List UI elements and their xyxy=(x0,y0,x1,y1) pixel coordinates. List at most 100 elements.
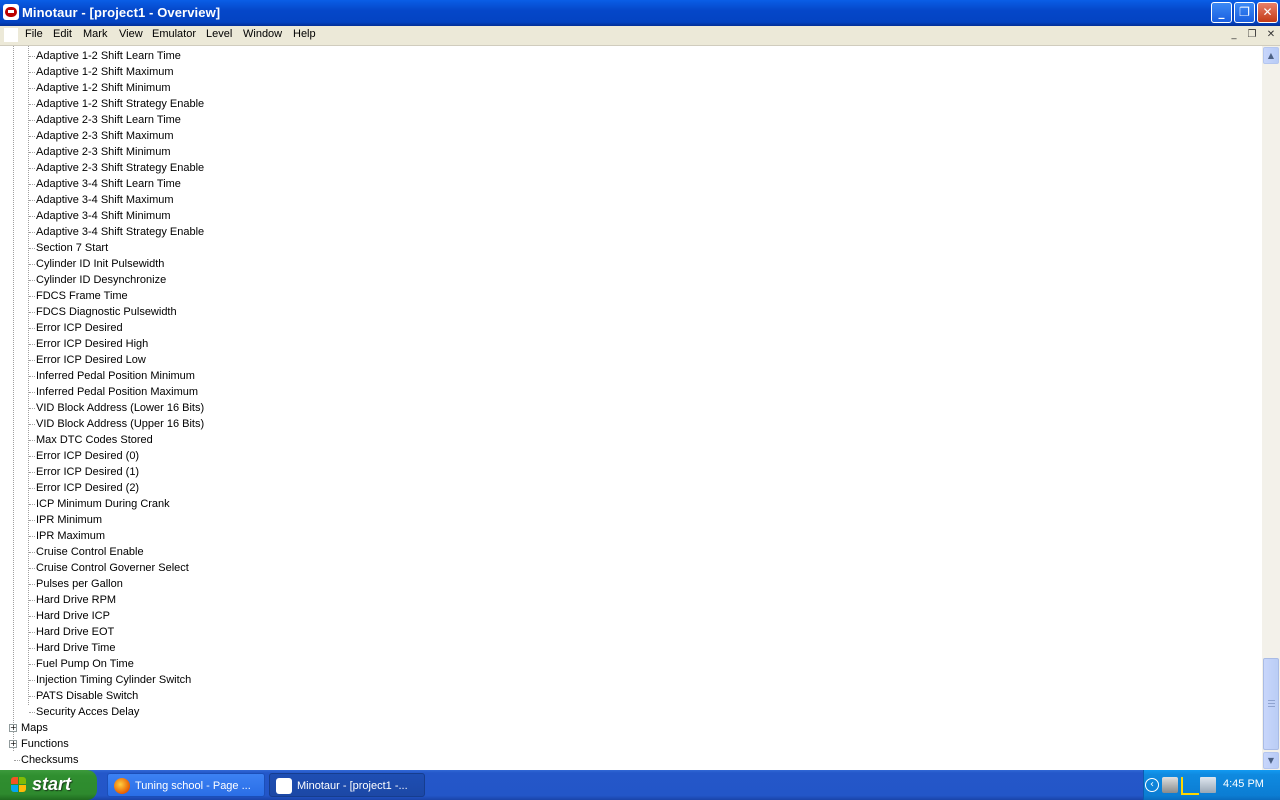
tree-connector xyxy=(29,376,35,377)
tree-connector xyxy=(29,616,35,617)
system-tray: ‹ 4:45 PM xyxy=(1143,770,1280,800)
activity-graph-icon[interactable] xyxy=(1181,777,1199,795)
tree-item[interactable]: Adaptive 3-4 Shift Learn Time xyxy=(36,176,181,192)
tree-item[interactable]: Adaptive 1-2 Shift Minimum xyxy=(36,80,171,96)
taskbar-button-label: Tuning school - Page ... xyxy=(135,780,251,792)
tree-item[interactable]: Hard Drive EOT xyxy=(36,624,114,640)
tree-item[interactable]: Hard Drive Time xyxy=(36,640,115,656)
tree-item[interactable]: Adaptive 2-3 Shift Learn Time xyxy=(36,112,181,128)
start-button[interactable]: start xyxy=(0,770,97,800)
mdi-minimize-button[interactable]: _ xyxy=(1226,27,1242,43)
tree-item[interactable]: Error ICP Desired Low xyxy=(36,352,146,368)
tree-item[interactable]: Max DTC Codes Stored xyxy=(36,432,153,448)
tree-connector xyxy=(29,296,35,297)
tree-item[interactable]: IPR Minimum xyxy=(36,512,102,528)
menu-window[interactable]: Window xyxy=(243,28,282,40)
tree-item[interactable]: FDCS Diagnostic Pulsewidth xyxy=(36,304,177,320)
tree-item[interactable]: Adaptive 2-3 Shift Maximum xyxy=(36,128,174,144)
taskbar-button-tuning-school[interactable]: Tuning school - Page ... xyxy=(107,773,265,797)
show-hidden-icons-chevron-icon[interactable]: ‹ xyxy=(1145,778,1159,792)
tree-item[interactable]: Adaptive 1-2 Shift Learn Time xyxy=(36,48,181,64)
tree-item[interactable]: Security Acces Delay xyxy=(36,704,139,720)
menu-mark[interactable]: Mark xyxy=(83,28,107,40)
menu-emulator[interactable]: Emulator xyxy=(152,28,196,40)
start-label: start xyxy=(32,774,72,794)
tree-connector xyxy=(29,232,35,233)
tree-item[interactable]: VID Block Address (Lower 16 Bits) xyxy=(36,400,204,416)
tree-item[interactable]: Pulses per Gallon xyxy=(36,576,123,592)
tree-item[interactable]: Adaptive 1-2 Shift Strategy Enable xyxy=(36,96,204,112)
tree-guide-line xyxy=(13,46,14,751)
tree-connector xyxy=(29,136,35,137)
vertical-scrollbar[interactable]: ▲ ▼ xyxy=(1262,46,1280,770)
restore-window-button[interactable]: ❐ xyxy=(1234,2,1255,23)
tree-item[interactable]: Error ICP Desired xyxy=(36,320,123,336)
mdi-close-button[interactable]: ✕ xyxy=(1263,27,1279,43)
scrollbar-thumb[interactable] xyxy=(1263,658,1279,750)
tree-item[interactable]: Cruise Control Enable xyxy=(36,544,144,560)
tree-item[interactable]: PATS Disable Switch xyxy=(36,688,138,704)
menu-help[interactable]: Help xyxy=(293,28,316,40)
scroll-up-button[interactable]: ▲ xyxy=(1263,47,1279,64)
mdi-restore-button[interactable]: ❐ xyxy=(1244,27,1260,43)
network-icon[interactable] xyxy=(1162,777,1178,793)
minimize-window-button[interactable]: _ xyxy=(1211,2,1232,23)
tree-connector xyxy=(29,600,35,601)
tree-connector xyxy=(29,584,35,585)
tree-node-checksums[interactable]: Checksums xyxy=(21,752,78,768)
overview-tree[interactable]: Adaptive 1-2 Shift Learn Time Adaptive 1-… xyxy=(0,46,1262,770)
menu-edit[interactable]: Edit xyxy=(53,28,72,40)
clock[interactable]: 4:45 PM xyxy=(1223,778,1264,790)
tree-item[interactable]: VID Block Address (Upper 16 Bits) xyxy=(36,416,204,432)
tree-connector xyxy=(29,456,35,457)
tree-node-functions[interactable]: Functions xyxy=(21,736,69,752)
tree-connector xyxy=(29,424,35,425)
tree-item[interactable]: Adaptive 2-3 Shift Strategy Enable xyxy=(36,160,204,176)
tree-item[interactable]: Error ICP Desired (2) xyxy=(36,480,139,496)
tree-item[interactable]: Inferred Pedal Position Minimum xyxy=(36,368,195,384)
tree-item[interactable]: Inferred Pedal Position Maximum xyxy=(36,384,198,400)
tree-item[interactable]: IPR Maximum xyxy=(36,528,105,544)
tree-connector xyxy=(29,184,35,185)
close-window-button[interactable]: ✕ xyxy=(1257,2,1278,23)
tree-connector xyxy=(29,664,35,665)
tree-item[interactable]: ICP Minimum During Crank xyxy=(36,496,170,512)
tree-item[interactable]: Cylinder ID Init Pulsewidth xyxy=(36,256,164,272)
taskbar-button-minotaur[interactable]: Minotaur - [project1 -... xyxy=(269,773,425,797)
display-monitor-icon[interactable] xyxy=(1200,777,1216,793)
tree-connector xyxy=(29,328,35,329)
mdi-document-icon[interactable] xyxy=(4,28,18,42)
maps-expander-icon[interactable]: + xyxy=(9,724,17,732)
tree-item[interactable]: Adaptive 3-4 Shift Maximum xyxy=(36,192,174,208)
tree-node-maps[interactable]: Maps xyxy=(21,720,48,736)
tree-item[interactable]: Error ICP Desired (1) xyxy=(36,464,139,480)
tree-item[interactable]: Injection Timing Cylinder Switch xyxy=(36,672,191,688)
minotaur-app-icon[interactable] xyxy=(3,4,19,20)
title-bar[interactable]: Minotaur - [project1 - Overview] _ ❐ ✕ xyxy=(0,0,1280,26)
menu-level[interactable]: Level xyxy=(206,28,232,40)
scroll-down-button[interactable]: ▼ xyxy=(1263,752,1279,769)
tree-connector xyxy=(29,632,35,633)
tree-item[interactable]: Error ICP Desired (0) xyxy=(36,448,139,464)
tree-item[interactable]: FDCS Frame Time xyxy=(36,288,128,304)
tree-item[interactable]: Cruise Control Governer Select xyxy=(36,560,189,576)
tree-item[interactable]: Section 7 Start xyxy=(36,240,108,256)
tree-item[interactable]: Fuel Pump On Time xyxy=(36,656,134,672)
tree-item[interactable]: Adaptive 3-4 Shift Minimum xyxy=(36,208,171,224)
menu-view[interactable]: View xyxy=(119,28,143,40)
tree-connector xyxy=(29,568,35,569)
tree-item[interactable]: Hard Drive ICP xyxy=(36,608,110,624)
tree-connector xyxy=(29,120,35,121)
tree-item[interactable]: Adaptive 3-4 Shift Strategy Enable xyxy=(36,224,204,240)
tree-item[interactable]: Hard Drive RPM xyxy=(36,592,116,608)
tree-connector xyxy=(14,760,20,761)
tree-connector xyxy=(29,72,35,73)
functions-expander-icon[interactable]: + xyxy=(9,740,17,748)
tree-item[interactable]: Cylinder ID Desynchronize xyxy=(36,272,166,288)
tree-connector xyxy=(29,168,35,169)
tree-connector xyxy=(29,488,35,489)
tree-item[interactable]: Adaptive 2-3 Shift Minimum xyxy=(36,144,171,160)
menu-file[interactable]: File xyxy=(25,28,43,40)
tree-item[interactable]: Error ICP Desired High xyxy=(36,336,148,352)
tree-item[interactable]: Adaptive 1-2 Shift Maximum xyxy=(36,64,174,80)
